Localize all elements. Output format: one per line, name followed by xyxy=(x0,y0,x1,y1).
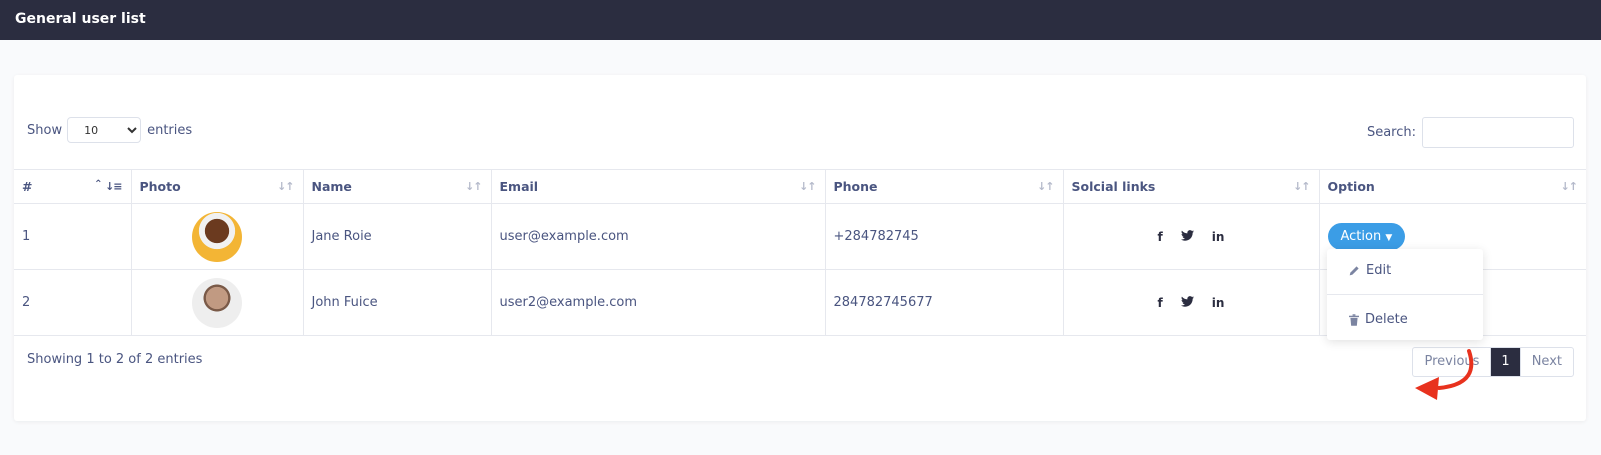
show-label: Show xyxy=(27,122,63,138)
column-header-social-links[interactable]: Solcial links ↓↑ xyxy=(1062,169,1320,204)
social-links-cell: f in xyxy=(1062,269,1320,336)
column-header-label: Phone xyxy=(833,179,878,194)
row-phone: 284782745677 xyxy=(824,269,1064,336)
avatar xyxy=(192,277,242,328)
pencil-icon xyxy=(1349,266,1359,276)
next-page-button[interactable]: Next xyxy=(1519,348,1573,376)
row-phone: +284782745 xyxy=(824,203,1064,270)
row-email: user2@example.com xyxy=(490,269,826,336)
row-name: Jane Roie xyxy=(302,203,492,270)
linkedin-icon[interactable]: in xyxy=(1212,230,1225,244)
page-title: General user list xyxy=(15,11,146,27)
social-links-cell: f in xyxy=(1062,203,1320,270)
twitter-icon[interactable] xyxy=(1180,229,1194,244)
row-id: 1 xyxy=(14,203,132,270)
column-header-phone[interactable]: Phone ↓↑ xyxy=(824,169,1064,204)
column-header-photo[interactable]: Photo ↓↑ xyxy=(130,169,304,204)
column-header-label: Solcial links xyxy=(1071,179,1156,194)
column-header-email[interactable]: Email ↓↑ xyxy=(490,169,826,204)
column-header-label: Option xyxy=(1327,179,1375,194)
caret-down-icon: ▼ xyxy=(1385,233,1393,243)
top-bar: General user list xyxy=(0,0,1601,40)
trash-icon xyxy=(1349,313,1359,326)
delete-menu-item[interactable]: Delete xyxy=(1349,312,1408,327)
search-input[interactable] xyxy=(1422,117,1574,148)
table-header-row: # ⌃ ↓≡ Photo ↓↑ Name ↓↑ Email ↓↑ Phone ↓… xyxy=(14,169,1586,204)
edit-menu-item[interactable]: Edit xyxy=(1349,263,1391,278)
sort-icon: ↓≡ xyxy=(105,180,122,193)
column-header-name[interactable]: Name ↓↑ xyxy=(302,169,492,204)
photo-cell xyxy=(130,203,304,270)
facebook-icon[interactable]: f xyxy=(1158,296,1163,310)
sort-asc-icon: ⌃ xyxy=(94,179,103,190)
entries-label: entries xyxy=(147,122,193,138)
photo-cell xyxy=(130,269,304,336)
action-button-label: Action xyxy=(1340,229,1382,244)
menu-divider xyxy=(1327,294,1483,295)
column-header-label: Name xyxy=(311,179,352,194)
avatar xyxy=(192,211,242,262)
sort-icon: ↓↑ xyxy=(277,180,294,193)
entries-select[interactable]: 10 xyxy=(67,117,142,143)
sort-icon: ↓↑ xyxy=(1037,180,1054,193)
row-name: John Fuice xyxy=(302,269,492,336)
row-id: 2 xyxy=(14,269,132,336)
delete-label: Delete xyxy=(1365,312,1408,327)
sort-icon: ↓↑ xyxy=(799,180,816,193)
twitter-icon[interactable] xyxy=(1180,295,1194,310)
row-email: user@example.com xyxy=(490,203,826,270)
sort-icon: ↓↑ xyxy=(1293,180,1310,193)
search-label: Search: xyxy=(1366,125,1416,140)
edit-label: Edit xyxy=(1366,263,1392,278)
user-list-card: Show 10 entries Search: # ⌃ ↓≡ Photo ↓↑ xyxy=(14,75,1586,421)
linkedin-icon[interactable]: in xyxy=(1212,296,1225,310)
column-header-label: Photo xyxy=(139,179,181,194)
facebook-icon[interactable]: f xyxy=(1158,230,1163,244)
search-control: Search: xyxy=(1367,117,1574,148)
annotation-arrow-icon xyxy=(1415,349,1474,400)
action-button[interactable]: Action ▼ xyxy=(1327,223,1406,250)
table-info: Showing 1 to 2 of 2 entries xyxy=(27,352,203,367)
column-header-label: # xyxy=(22,179,33,194)
column-header-id[interactable]: # ⌃ ↓≡ xyxy=(14,169,132,204)
page-1-button[interactable]: 1 xyxy=(1491,348,1520,376)
sort-icon: ↓↑ xyxy=(1560,180,1578,193)
column-header-option[interactable]: Option ↓↑ xyxy=(1318,169,1586,204)
action-dropdown-menu: Edit Delete xyxy=(1327,249,1483,340)
column-header-label: Email xyxy=(499,179,539,194)
entries-length-control: Show 10 entries xyxy=(27,117,192,143)
sort-icon: ↓↑ xyxy=(465,180,482,193)
